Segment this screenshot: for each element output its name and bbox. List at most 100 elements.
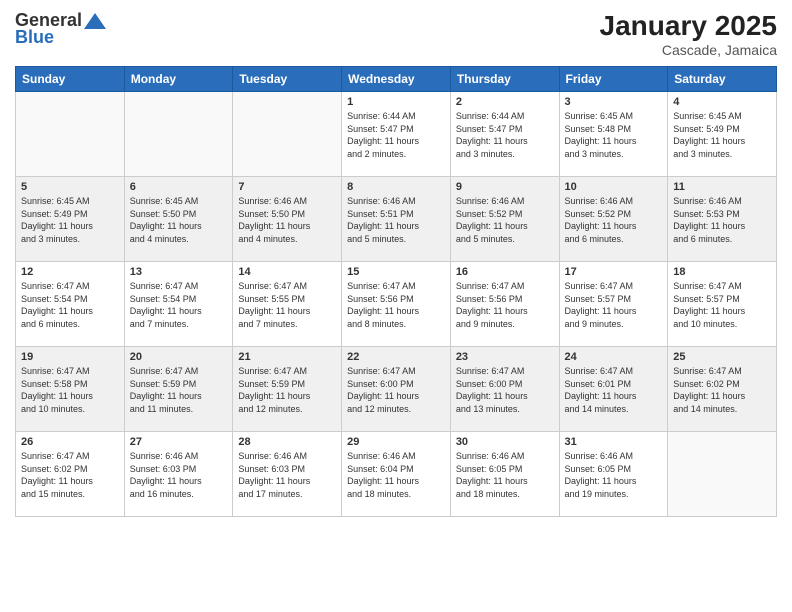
day-number: 9 — [456, 181, 554, 193]
cell-info: Sunrise: 6:47 AM Sunset: 5:58 PM Dayligh… — [21, 365, 119, 415]
day-number: 3 — [565, 96, 663, 108]
month-title: January 2025 — [600, 10, 777, 42]
calendar-cell: 3 Sunrise: 6:45 AM Sunset: 5:48 PM Daylig… — [559, 92, 668, 177]
logo-blue: Blue — [15, 27, 54, 48]
title-block: January 2025 Cascade, Jamaica — [600, 10, 777, 58]
day-number: 11 — [673, 181, 771, 193]
cell-info: Sunrise: 6:47 AM Sunset: 6:00 PM Dayligh… — [456, 365, 554, 415]
cell-info: Sunrise: 6:47 AM Sunset: 5:59 PM Dayligh… — [130, 365, 228, 415]
calendar-cell: 20 Sunrise: 6:47 AM Sunset: 5:59 PM Dayli… — [124, 347, 233, 432]
header-friday: Friday — [559, 67, 668, 92]
cell-info: Sunrise: 6:46 AM Sunset: 5:52 PM Dayligh… — [565, 195, 663, 245]
cell-info: Sunrise: 6:47 AM Sunset: 5:55 PM Dayligh… — [238, 280, 336, 330]
calendar-cell: 10 Sunrise: 6:46 AM Sunset: 5:52 PM Dayli… — [559, 177, 668, 262]
header-sunday: Sunday — [16, 67, 125, 92]
calendar-cell: 28 Sunrise: 6:46 AM Sunset: 6:03 PM Dayli… — [233, 432, 342, 517]
cell-info: Sunrise: 6:45 AM Sunset: 5:49 PM Dayligh… — [21, 195, 119, 245]
cell-info: Sunrise: 6:45 AM Sunset: 5:48 PM Dayligh… — [565, 110, 663, 160]
cell-info: Sunrise: 6:47 AM Sunset: 5:54 PM Dayligh… — [130, 280, 228, 330]
day-number: 1 — [347, 96, 445, 108]
weekday-header-row: Sunday Monday Tuesday Wednesday Thursday… — [16, 67, 777, 92]
day-number: 25 — [673, 351, 771, 363]
header-tuesday: Tuesday — [233, 67, 342, 92]
calendar-cell: 17 Sunrise: 6:47 AM Sunset: 5:57 PM Dayli… — [559, 262, 668, 347]
cell-info: Sunrise: 6:47 AM Sunset: 6:00 PM Dayligh… — [347, 365, 445, 415]
calendar-cell: 15 Sunrise: 6:47 AM Sunset: 5:56 PM Dayli… — [342, 262, 451, 347]
cell-info: Sunrise: 6:47 AM Sunset: 5:56 PM Dayligh… — [456, 280, 554, 330]
calendar-cell: 29 Sunrise: 6:46 AM Sunset: 6:04 PM Dayli… — [342, 432, 451, 517]
day-number: 12 — [21, 266, 119, 278]
day-number: 4 — [673, 96, 771, 108]
day-number: 26 — [21, 436, 119, 448]
day-number: 7 — [238, 181, 336, 193]
day-number: 10 — [565, 181, 663, 193]
cell-info: Sunrise: 6:47 AM Sunset: 6:02 PM Dayligh… — [673, 365, 771, 415]
day-number: 15 — [347, 266, 445, 278]
week-row-1: 1 Sunrise: 6:44 AM Sunset: 5:47 PM Daylig… — [16, 92, 777, 177]
calendar-cell: 24Sunrise: 6:47 AM Sunset: 6:01 PM Dayli… — [559, 347, 668, 432]
day-number: 28 — [238, 436, 336, 448]
cell-info: Sunrise: 6:46 AM Sunset: 6:04 PM Dayligh… — [347, 450, 445, 500]
logo: General Blue — [15, 10, 106, 48]
day-number: 6 — [130, 181, 228, 193]
calendar-cell: 2 Sunrise: 6:44 AM Sunset: 5:47 PM Daylig… — [450, 92, 559, 177]
calendar-cell: 22 Sunrise: 6:47 AM Sunset: 6:00 PM Dayli… — [342, 347, 451, 432]
calendar-cell: 25 Sunrise: 6:47 AM Sunset: 6:02 PM Dayli… — [668, 347, 777, 432]
day-number: 29 — [347, 436, 445, 448]
cell-info: Sunrise: 6:44 AM Sunset: 5:47 PM Dayligh… — [456, 110, 554, 160]
day-number: 8 — [347, 181, 445, 193]
calendar-cell: 4 Sunrise: 6:45 AM Sunset: 5:49 PM Daylig… — [668, 92, 777, 177]
day-number: 13 — [130, 266, 228, 278]
header-thursday: Thursday — [450, 67, 559, 92]
cell-info: Sunrise: 6:46 AM Sunset: 5:51 PM Dayligh… — [347, 195, 445, 245]
cell-info: Sunrise: 6:47 AM Sunset: 5:57 PM Dayligh… — [565, 280, 663, 330]
day-number: 16 — [456, 266, 554, 278]
cell-info: Sunrise: 6:47 AM Sunset: 5:59 PM Dayligh… — [238, 365, 336, 415]
day-number: 27 — [130, 436, 228, 448]
header-wednesday: Wednesday — [342, 67, 451, 92]
day-number: 17 — [565, 266, 663, 278]
day-number: 31 — [565, 436, 663, 448]
cell-info: Sunrise: 6:46 AM Sunset: 6:05 PM Dayligh… — [565, 450, 663, 500]
calendar-cell: 26 Sunrise: 6:47 AM Sunset: 6:02 PM Dayli… — [16, 432, 125, 517]
calendar-cell — [668, 432, 777, 517]
calendar-cell: 6Sunrise: 6:45 AM Sunset: 5:50 PM Daylig… — [124, 177, 233, 262]
calendar-cell: 7 Sunrise: 6:46 AM Sunset: 5:50 PM Daylig… — [233, 177, 342, 262]
calendar-cell: 1Sunrise: 6:44 AM Sunset: 5:47 PM Daylig… — [342, 92, 451, 177]
day-number: 23 — [456, 351, 554, 363]
day-number: 20 — [130, 351, 228, 363]
calendar-cell: 5 Sunrise: 6:45 AM Sunset: 5:49 PM Daylig… — [16, 177, 125, 262]
location-title: Cascade, Jamaica — [600, 42, 777, 58]
day-number: 2 — [456, 96, 554, 108]
calendar-cell — [233, 92, 342, 177]
calendar-table: Sunday Monday Tuesday Wednesday Thursday… — [15, 66, 777, 517]
cell-info: Sunrise: 6:45 AM Sunset: 5:49 PM Dayligh… — [673, 110, 771, 160]
header: General Blue January 2025 Cascade, Jamai… — [15, 10, 777, 58]
cell-info: Sunrise: 6:46 AM Sunset: 6:03 PM Dayligh… — [238, 450, 336, 500]
cell-info: Sunrise: 6:47 AM Sunset: 6:01 PM Dayligh… — [565, 365, 663, 415]
calendar-cell: 12 Sunrise: 6:47 AM Sunset: 5:54 PM Dayli… — [16, 262, 125, 347]
day-number: 30 — [456, 436, 554, 448]
calendar-cell: 18 Sunrise: 6:47 AM Sunset: 5:57 PM Dayli… — [668, 262, 777, 347]
calendar-cell — [124, 92, 233, 177]
header-saturday: Saturday — [668, 67, 777, 92]
cell-info: Sunrise: 6:46 AM Sunset: 5:50 PM Dayligh… — [238, 195, 336, 245]
calendar-cell: 8 Sunrise: 6:46 AM Sunset: 5:51 PM Daylig… — [342, 177, 451, 262]
cell-info: Sunrise: 6:46 AM Sunset: 5:53 PM Dayligh… — [673, 195, 771, 245]
calendar-cell: 30Sunrise: 6:46 AM Sunset: 6:05 PM Dayli… — [450, 432, 559, 517]
cell-info: Sunrise: 6:47 AM Sunset: 5:56 PM Dayligh… — [347, 280, 445, 330]
cell-info: Sunrise: 6:47 AM Sunset: 6:02 PM Dayligh… — [21, 450, 119, 500]
calendar-cell: 14 Sunrise: 6:47 AM Sunset: 5:55 PM Dayli… — [233, 262, 342, 347]
cell-info: Sunrise: 6:46 AM Sunset: 5:52 PM Dayligh… — [456, 195, 554, 245]
calendar-cell — [16, 92, 125, 177]
day-number: 14 — [238, 266, 336, 278]
day-number: 5 — [21, 181, 119, 193]
day-number: 21 — [238, 351, 336, 363]
day-number: 19 — [21, 351, 119, 363]
day-number: 22 — [347, 351, 445, 363]
cell-info: Sunrise: 6:46 AM Sunset: 6:03 PM Dayligh… — [130, 450, 228, 500]
day-number: 18 — [673, 266, 771, 278]
cell-info: Sunrise: 6:47 AM Sunset: 5:57 PM Dayligh… — [673, 280, 771, 330]
calendar-cell: 23 Sunrise: 6:47 AM Sunset: 6:00 PM Dayli… — [450, 347, 559, 432]
cell-info: Sunrise: 6:47 AM Sunset: 5:54 PM Dayligh… — [21, 280, 119, 330]
